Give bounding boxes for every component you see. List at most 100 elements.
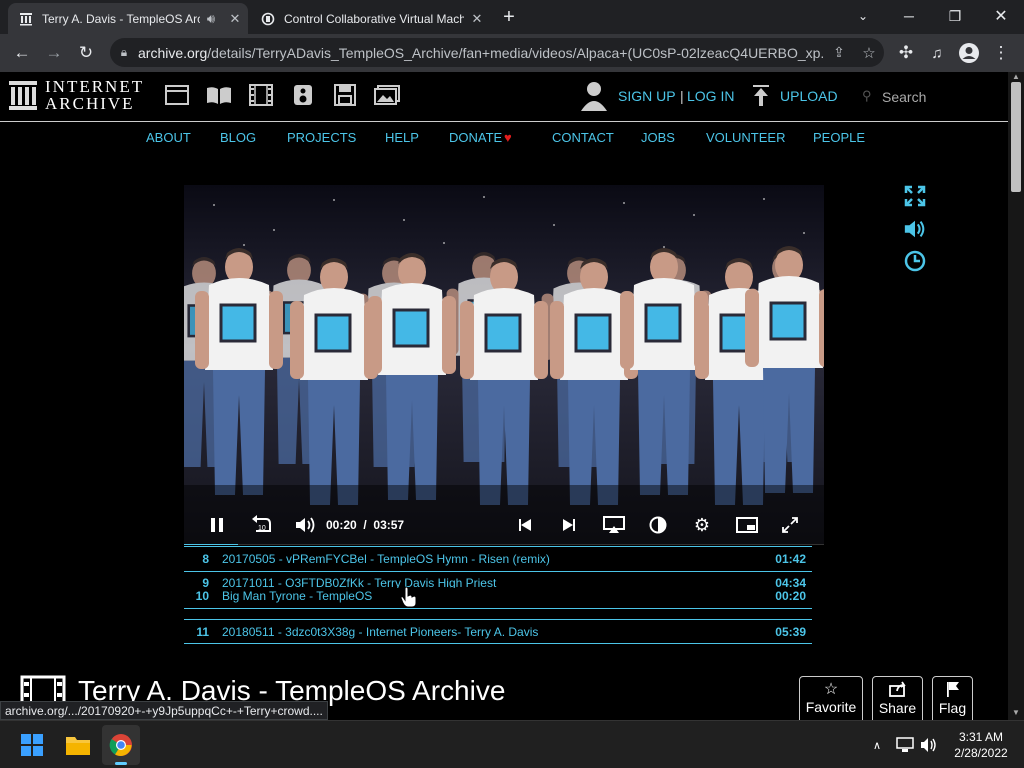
nav-projects[interactable]: PROJECTS [287, 130, 356, 145]
url-path: /details/TerryADavis_TempleOS_Archive/fa… [207, 44, 824, 61]
tray-chevron-icon[interactable]: ∧ [866, 721, 888, 768]
airplay-icon[interactable] [600, 505, 628, 545]
time-total: 03:57 [373, 518, 405, 532]
sign-up-link[interactable]: SIGN UP [618, 88, 676, 104]
network-icon[interactable] [894, 721, 916, 768]
upload-arrow-icon[interactable] [752, 85, 770, 112]
playlist-item-number: 9 [202, 576, 209, 588]
playlist-item-number: 11 [196, 625, 209, 639]
settings-gear-icon[interactable]: ⚙︎ [690, 505, 714, 545]
playlist-item-title[interactable]: 20180511 - 3dzc0t3X38g - Internet Pionee… [222, 625, 538, 639]
picture-in-picture-icon[interactable] [734, 505, 760, 545]
volume-icon[interactable] [903, 217, 927, 241]
search-icon[interactable]: ⚲ [862, 88, 872, 104]
donate-heart-icon: ♥ [504, 130, 512, 145]
clock-date: 2/28/2022 [954, 746, 1008, 760]
share-icon [888, 681, 907, 700]
fullscreen-expand-icon[interactable] [903, 184, 927, 208]
new-tab-button[interactable]: + [496, 4, 522, 30]
browser-menu-icon[interactable]: ⋮ [986, 34, 1016, 72]
internet-archive-logo[interactable]: INTERNET ARCHIVE [8, 78, 144, 112]
ia-nav-bar: ABOUT BLOG PROJECTS HELP DONATE ♥ CONTAC… [0, 122, 1008, 154]
progress-track[interactable] [184, 544, 824, 545]
tab-templeos-archive[interactable]: Terry A. Davis - TempleOS Archive 🔊︎ ✕ [8, 3, 248, 34]
playlist-item-title[interactable]: Big Man Tyrone - TempleOS [222, 589, 372, 603]
pause-icon[interactable] [204, 505, 230, 545]
playlist-item-title[interactable]: 20170505 - vPRemFYCBel - TempleOS Hymn -… [222, 552, 550, 566]
media-control-icon[interactable]: ♫ [922, 34, 952, 72]
link-status-bar: archive.org/.../20170920+-+y9Jp5uppqCc+-… [0, 701, 328, 720]
archive-building-icon [9, 81, 37, 110]
log-in-link[interactable]: LOG IN [687, 88, 734, 104]
nav-jobs[interactable]: JOBS [641, 130, 675, 145]
close-window-button[interactable]: ✕ [978, 0, 1024, 32]
nav-volunteer[interactable]: VOLUNTEER [706, 130, 785, 145]
flag-label: Flag [938, 700, 967, 716]
restore-button[interactable]: ❐ [932, 0, 978, 32]
forward-arrow-icon[interactable]: → [39, 34, 69, 72]
playlist-item-duration: 00:20 [775, 589, 806, 603]
search-input[interactable]: Search [882, 89, 926, 105]
next-track-icon[interactable] [558, 505, 580, 545]
texts-book-icon[interactable] [206, 84, 232, 106]
nav-about[interactable]: ABOUT [146, 130, 191, 145]
tab-close-icon[interactable]: ✕ [222, 11, 248, 27]
system-clock[interactable]: 3:31 AM 2/28/2022 [946, 721, 1016, 768]
chrome-taskbar-icon[interactable] [102, 725, 140, 765]
browser-toolbar: ← → ↻ 🔒︎ archive.org/details/TerryADavis… [0, 34, 1024, 72]
upload-link[interactable]: UPLOAD [780, 88, 838, 104]
audio-speaker-icon[interactable] [290, 84, 316, 106]
bookmark-star-icon[interactable]: ☆ [854, 44, 884, 62]
lock-icon[interactable]: 🔒︎ [110, 45, 138, 60]
playlist-item-number: 10 [195, 589, 209, 603]
rewind-10-icon[interactable]: 10 [247, 505, 275, 545]
tab-control-vm[interactable]: Control Collaborative Virtual Machine ✕ [250, 3, 490, 34]
playlist-item-title[interactable]: 20171011 - O3FTDB0ZfKk - Terry Davis Hig… [222, 576, 496, 588]
web-icon[interactable] [164, 84, 190, 106]
history-clock-icon[interactable] [903, 249, 927, 273]
previous-track-icon[interactable] [514, 505, 536, 545]
page-scrollbar[interactable]: ▲ ▼ [1008, 72, 1024, 720]
scroll-up-icon[interactable]: ▲ [1012, 72, 1020, 81]
tab-audio-icon[interactable]: 🔊︎ [200, 11, 222, 27]
progress-fill [184, 544, 238, 545]
playlist: 8 20170505 - vPRemFYCBel - TempleOS Hymn… [184, 546, 812, 646]
extensions-puzzle-icon[interactable]: ✣ [891, 34, 921, 72]
nav-donate[interactable]: DONATE [449, 130, 502, 145]
playlist-item-duration: 04:34 [775, 576, 806, 588]
windows-start-icon[interactable] [12, 721, 52, 768]
playlist-item-hover[interactable]: 10 Big Man Tyrone - TempleOS 00:20 [184, 589, 812, 613]
software-disk-icon[interactable] [332, 84, 358, 106]
hand-cursor-icon [400, 586, 418, 613]
contrast-icon[interactable] [646, 505, 670, 545]
minimize-button[interactable]: ─ [886, 0, 932, 32]
tab-close-icon[interactable]: ✕ [464, 11, 490, 27]
playlist-item[interactable]: 8 20170505 - vPRemFYCBel - TempleOS Hymn… [184, 552, 812, 576]
reload-icon[interactable]: ↻ [71, 34, 101, 72]
scroll-thumb[interactable] [1011, 82, 1021, 192]
nav-contact[interactable]: CONTACT [552, 130, 614, 145]
address-bar[interactable]: 🔒︎ archive.org/details/TerryADavis_Templ… [110, 38, 884, 67]
time-separator: / [363, 518, 367, 532]
video-film-icon[interactable] [248, 84, 274, 106]
images-icon[interactable] [374, 84, 400, 106]
volume-control-icon[interactable] [292, 505, 320, 545]
profile-avatar-icon[interactable] [954, 34, 984, 72]
video-player[interactable]: 10 00:20 / 03:57 ⚙︎ [184, 185, 824, 545]
nav-help[interactable]: HELP [385, 130, 419, 145]
tab-search-chevron-icon[interactable]: ⌄ [840, 0, 886, 32]
fullscreen-icon[interactable] [778, 505, 802, 545]
speaker-icon[interactable] [918, 721, 940, 768]
scroll-down-icon[interactable]: ▼ [1012, 708, 1020, 717]
playlist-item[interactable]: 9 20171011 - O3FTDB0ZfKk - Terry Davis H… [184, 576, 812, 588]
nav-blog[interactable]: BLOG [220, 130, 256, 145]
share-page-icon[interactable]: ⇪ [824, 44, 854, 61]
nav-people[interactable]: PEOPLE [813, 130, 865, 145]
file-explorer-icon[interactable] [58, 721, 98, 768]
favorite-button[interactable]: ☆ Favorite [799, 676, 863, 726]
back-arrow-icon[interactable]: ← [7, 34, 37, 72]
user-avatar-icon[interactable] [580, 80, 608, 117]
flag-icon [946, 681, 960, 700]
flag-button[interactable]: Flag [932, 676, 973, 726]
share-button[interactable]: Share [872, 676, 923, 726]
